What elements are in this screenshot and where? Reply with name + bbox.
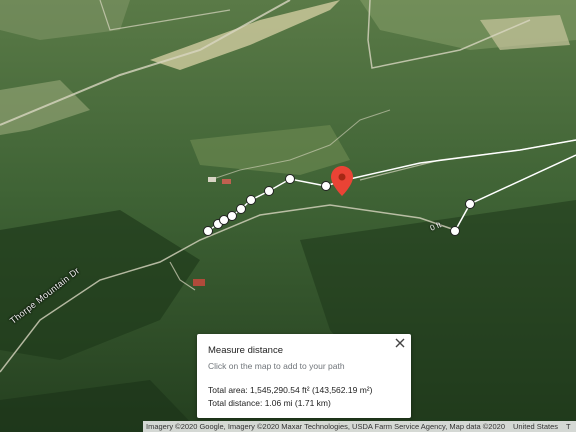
map-attribution: Imagery ©2020 Google, Imagery ©2020 Maxa… xyxy=(143,421,576,432)
path-vertex[interactable] xyxy=(321,181,331,191)
path-vertex[interactable] xyxy=(285,174,295,184)
map-pin-icon[interactable] xyxy=(331,166,353,196)
terms-link[interactable]: T xyxy=(558,421,571,432)
measure-hint: Click on the map to add to your path xyxy=(208,361,345,371)
path-vertex[interactable] xyxy=(236,204,246,214)
measure-distance-card: Measure distance Click on the map to add… xyxy=(197,334,411,418)
path-vertex[interactable] xyxy=(203,226,213,236)
close-icon[interactable] xyxy=(393,336,407,350)
region-label[interactable]: United States xyxy=(505,421,558,432)
path-vertex[interactable] xyxy=(450,226,460,236)
path-vertex[interactable] xyxy=(264,186,274,196)
path-vertex[interactable] xyxy=(246,195,256,205)
path-vertex[interactable] xyxy=(227,211,237,221)
path-vertex[interactable] xyxy=(465,199,475,209)
measure-title: Measure distance xyxy=(208,345,283,356)
total-area: Total area: 1,545,290.54 ft² (143,562.19… xyxy=(208,385,373,395)
imagery-credit: Imagery ©2020 Google, Imagery ©2020 Maxa… xyxy=(146,422,505,431)
map-canvas[interactable]: Thorpe Mountain Dr 0 ft Measure distance… xyxy=(0,0,576,432)
total-distance: Total distance: 1.06 mi (1.71 km) xyxy=(208,398,331,408)
